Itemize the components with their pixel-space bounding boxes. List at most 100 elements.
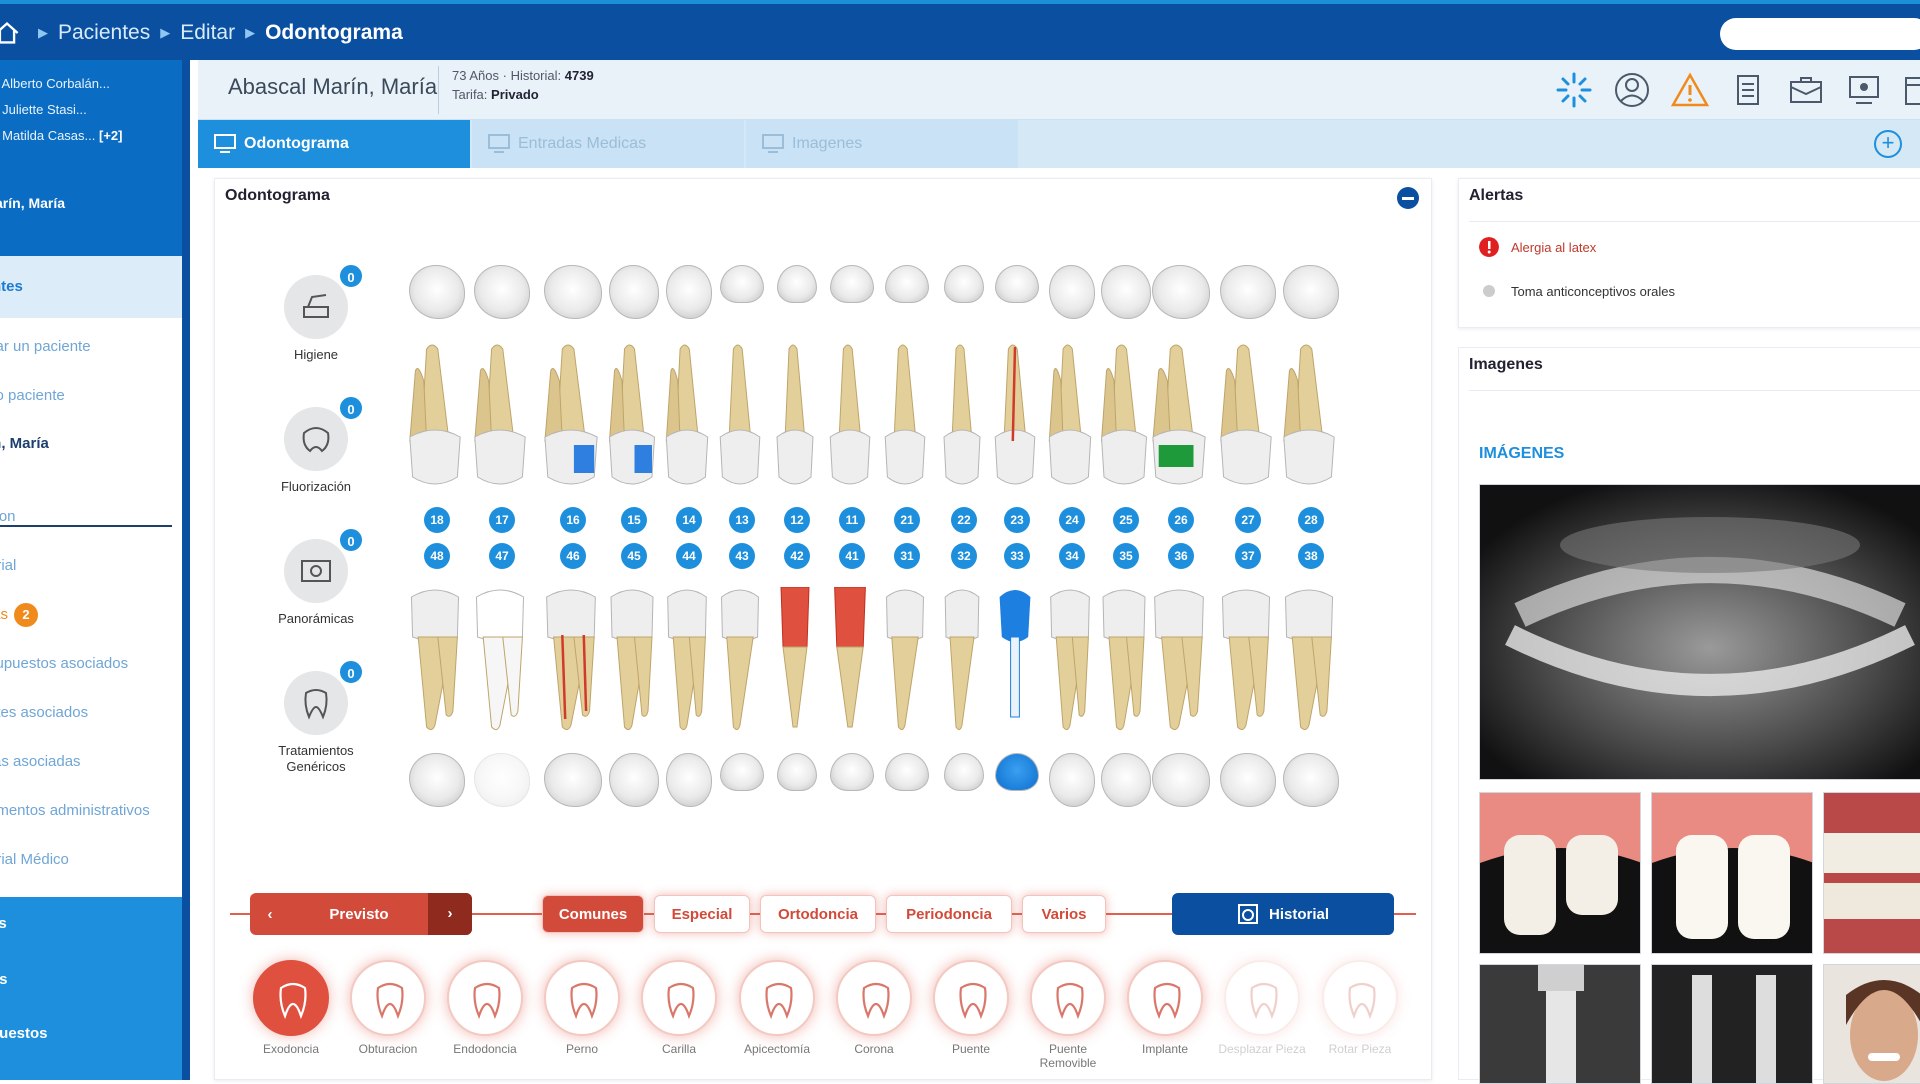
tool-perno[interactable]: Perno	[537, 960, 627, 1056]
upper-occlusal-13[interactable]	[720, 265, 764, 303]
tooth-35[interactable]	[1099, 587, 1153, 737]
category-higiene[interactable]: 0 Higiene	[271, 263, 364, 363]
upper-occlusal-21[interactable]	[885, 265, 929, 303]
recent-patient[interactable]: • Matilda Casas... [+2]	[0, 128, 122, 143]
tooth-number-35[interactable]: 35	[1113, 543, 1139, 569]
sidebar-footer-item[interactable]: es	[0, 915, 7, 932]
tooth-number-15[interactable]: 15	[621, 507, 647, 533]
panoramic-xray-image[interactable]	[1479, 484, 1920, 780]
chevron-left-icon[interactable]: ‹	[250, 906, 290, 923]
lower-occlusal-34[interactable]	[1049, 753, 1095, 807]
sidebar-item-buscar[interactable]: car un paciente	[0, 338, 91, 355]
lower-occlusal-38[interactable]	[1283, 753, 1339, 807]
tooth-number-45[interactable]: 45	[621, 543, 647, 569]
tooth-23[interactable]	[993, 341, 1041, 491]
chevron-right-icon[interactable]: ›	[428, 893, 472, 935]
implant-xray-image[interactable]	[1651, 964, 1813, 1084]
tool-implante[interactable]: Implante	[1120, 960, 1210, 1056]
sidebar-item-nuevo[interactable]: vo paciente	[0, 387, 65, 404]
lower-occlusal-33[interactable]	[995, 753, 1039, 791]
sidebar-footer-item[interactable]: puestos	[0, 1025, 48, 1042]
tooth-number-12[interactable]: 12	[784, 507, 810, 533]
tooth-number-17[interactable]: 17	[489, 507, 515, 533]
tooth-38[interactable]	[1281, 587, 1341, 737]
sidebar-footer-item[interactable]: os	[0, 971, 8, 988]
tooth-number-42[interactable]: 42	[784, 543, 810, 569]
lower-occlusal-31[interactable]	[885, 753, 929, 791]
sidebar-item-historial[interactable]: orial	[0, 557, 16, 574]
tool-puente[interactable]: Puente	[926, 960, 1016, 1056]
category-periodoncia[interactable]: Periodoncia	[886, 895, 1012, 933]
medical-kit-icon[interactable]	[1786, 70, 1826, 110]
category-comunes[interactable]: Comunes	[542, 895, 644, 933]
lower-occlusal-42[interactable]	[777, 753, 817, 791]
upper-occlusal-12[interactable]	[777, 265, 817, 303]
tooth-number-25[interactable]: 25	[1113, 507, 1139, 533]
lower-occlusal-37[interactable]	[1220, 753, 1276, 807]
documents-icon[interactable]	[1728, 70, 1768, 110]
tool-apicectomía[interactable]: Apicectomía	[732, 960, 822, 1056]
upper-occlusal-25[interactable]	[1101, 265, 1151, 319]
dental-photo[interactable]	[1479, 792, 1641, 954]
dental-photo[interactable]	[1823, 792, 1920, 954]
tool-obturacion[interactable]: Obturacion	[343, 960, 433, 1056]
lower-occlusal-46[interactable]	[544, 753, 602, 807]
tooth-41[interactable]	[828, 587, 876, 737]
tooth-number-32[interactable]: 32	[951, 543, 977, 569]
warning-icon[interactable]	[1670, 70, 1710, 110]
sidebar-item-historial-medico[interactable]: orial Médico	[0, 851, 69, 868]
tooth-number-46[interactable]: 46	[560, 543, 586, 569]
tooth-number-11[interactable]: 11	[839, 507, 865, 533]
upper-occlusal-24[interactable]	[1049, 265, 1095, 319]
loading-icon[interactable]	[1554, 70, 1594, 110]
tooth-26[interactable]	[1150, 341, 1212, 491]
tooth-37[interactable]	[1218, 587, 1278, 737]
tooth-number-41[interactable]: 41	[839, 543, 865, 569]
user-circle-icon[interactable]	[1612, 70, 1652, 110]
lower-occlusal-43[interactable]	[720, 753, 764, 791]
lower-occlusal-35[interactable]	[1101, 753, 1151, 807]
tool-puente-removible[interactable]: Puente Removible	[1023, 960, 1113, 1070]
tooth-21[interactable]	[883, 341, 931, 491]
upper-occlusal-14[interactable]	[666, 265, 712, 319]
dental-photo[interactable]	[1651, 792, 1813, 954]
tooth-44[interactable]	[664, 587, 714, 737]
tooth-number-21[interactable]: 21	[894, 507, 920, 533]
tooth-number-27[interactable]: 27	[1235, 507, 1261, 533]
tooth-number-36[interactable]: 36	[1168, 543, 1194, 569]
tooth-number-14[interactable]: 14	[676, 507, 702, 533]
tooth-13[interactable]	[718, 341, 766, 491]
lower-occlusal-48[interactable]	[409, 753, 465, 807]
sidebar-item-presupuestos[interactable]: supuestos asociados	[0, 655, 128, 672]
breadcrumb-editar[interactable]: Editar	[180, 21, 235, 45]
patient-portrait-image[interactable]	[1823, 964, 1920, 1084]
sidebar-item-alertas[interactable]: tas2	[0, 603, 39, 627]
tab-odontograma[interactable]: Odontograma	[198, 120, 470, 168]
tooth-25[interactable]	[1099, 341, 1153, 491]
tooth-47[interactable]	[472, 587, 532, 737]
sidebar-item-pacientes-asociados[interactable]: ntes asociados	[0, 704, 88, 721]
tooth-33[interactable]	[993, 587, 1041, 737]
tooth-number-33[interactable]: 33	[1004, 543, 1030, 569]
tooth-number-31[interactable]: 31	[894, 543, 920, 569]
upper-occlusal-16[interactable]	[544, 265, 602, 319]
tooth-17[interactable]	[472, 341, 532, 491]
tooth-16[interactable]	[542, 341, 604, 491]
upper-occlusal-22[interactable]	[944, 265, 984, 303]
tooth-27[interactable]	[1218, 341, 1278, 491]
tab-entradas-medicas[interactable]: Entradas Medicas	[472, 120, 744, 168]
upper-occlusal-18[interactable]	[409, 265, 465, 319]
tooth-18[interactable]	[407, 341, 467, 491]
sidebar-section-pacientes[interactable]: ntes	[0, 256, 182, 318]
tool-rotar-pieza[interactable]: Rotar Pieza	[1315, 960, 1405, 1056]
category-panoramicas[interactable]: 0 Panorámicas	[271, 527, 364, 627]
tooth-number-38[interactable]: 38	[1298, 543, 1324, 569]
upper-occlusal-11[interactable]	[830, 265, 874, 303]
tooth-number-44[interactable]: 44	[676, 543, 702, 569]
tooth-number-47[interactable]: 47	[489, 543, 515, 569]
tooth-46[interactable]	[542, 587, 604, 737]
lower-occlusal-32[interactable]	[944, 753, 984, 791]
tooth-number-23[interactable]: 23	[1004, 507, 1030, 533]
category-tratamientos-genericos[interactable]: 0 Tratamientos Genéricos	[271, 659, 364, 775]
upper-occlusal-26[interactable]	[1152, 265, 1210, 319]
